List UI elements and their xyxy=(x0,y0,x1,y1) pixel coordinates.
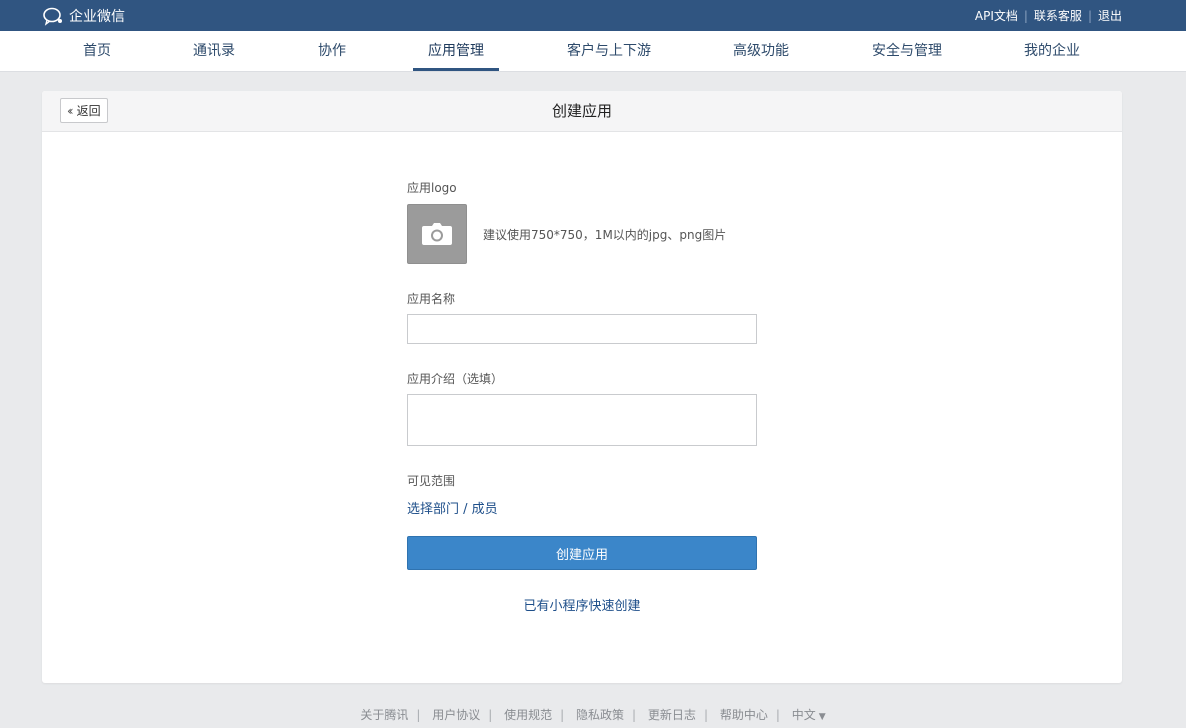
tab-app-management[interactable]: 应用管理 xyxy=(413,31,499,71)
separator: | xyxy=(560,708,565,722)
logo-label: 应用logo xyxy=(407,181,457,195)
footer-link-about[interactable]: 关于腾讯 xyxy=(360,708,408,722)
wecom-logo-icon xyxy=(43,7,62,26)
separator: | xyxy=(1023,8,1028,23)
intro-label: 应用介绍（选填） xyxy=(407,372,504,386)
tab-advanced[interactable]: 高级功能 xyxy=(718,31,804,71)
panel-header: ‹‹ 返回 创建应用 xyxy=(42,91,1122,132)
separator: | xyxy=(632,708,637,722)
separator: | xyxy=(416,708,421,722)
create-app-form: 应用logo 建议使用750*750，1M以内的jpg、png图片 应用名称 应… xyxy=(407,179,757,614)
camera-icon xyxy=(422,223,452,245)
language-select[interactable]: 中文 ▼ xyxy=(792,708,826,722)
tab-home[interactable]: 首页 xyxy=(68,31,126,71)
footer-link-help[interactable]: 帮助中心 xyxy=(720,708,768,722)
separator: | xyxy=(1087,8,1092,23)
footer: 关于腾讯 | 用户协议 | 使用规范 | 隐私政策 | 更新日志 | 帮助中心 | 中文 ▼ xyxy=(0,706,1186,723)
miniprogram-create-link[interactable]: 已有小程序快速创建 xyxy=(407,595,757,614)
logo-upload[interactable] xyxy=(407,204,467,264)
visibility-label: 可见范围 xyxy=(407,474,456,488)
app-intro-textarea[interactable] xyxy=(407,394,757,446)
top-bar: 企业微信 API文档 | 联系客服 | 退出 xyxy=(0,0,1186,31)
top-links: API文档 | 联系客服 | 退出 xyxy=(975,7,1122,24)
separator: | xyxy=(488,708,493,722)
app-name-input[interactable] xyxy=(407,314,757,344)
footer-link-rules[interactable]: 使用规范 xyxy=(504,708,552,722)
create-app-button[interactable]: 创建应用 xyxy=(407,536,757,570)
page-title: 创建应用 xyxy=(551,102,612,120)
tab-my-enterprise[interactable]: 我的企业 xyxy=(1009,31,1095,71)
tab-security[interactable]: 安全与管理 xyxy=(857,31,957,71)
logout-link[interactable]: 退出 xyxy=(1098,7,1122,24)
logo-row: 建议使用750*750，1M以内的jpg、png图片 xyxy=(407,204,757,264)
footer-link-changelog[interactable]: 更新日志 xyxy=(648,708,696,722)
name-label: 应用名称 xyxy=(407,292,456,306)
caret-down-icon: ▼ xyxy=(818,712,826,722)
logo-hint: 建议使用750*750，1M以内的jpg、png图片 xyxy=(483,227,727,242)
separator: | xyxy=(703,708,708,722)
brand-name: 企业微信 xyxy=(69,8,125,25)
select-members-link[interactable]: 选择部门 / 成员 xyxy=(407,498,498,517)
separator: | xyxy=(775,708,780,722)
language-label: 中文 xyxy=(791,708,816,722)
api-docs-link[interactable]: API文档 xyxy=(975,7,1018,24)
tab-contacts[interactable]: 通讯录 xyxy=(178,31,250,71)
contact-support-link[interactable]: 联系客服 xyxy=(1034,7,1082,24)
footer-link-privacy[interactable]: 隐私政策 xyxy=(576,708,624,722)
footer-link-agreement[interactable]: 用户协议 xyxy=(432,708,480,722)
main-nav: 首页 通讯录 协作 应用管理 客户与上下游 高级功能 安全与管理 我的企业 xyxy=(0,31,1186,72)
create-app-panel: ‹‹ 返回 创建应用 应用logo 建议使用750*750，1M以内的jpg、p… xyxy=(42,91,1122,683)
brand-logo[interactable]: 企业微信 xyxy=(42,6,125,26)
tab-customers[interactable]: 客户与上下游 xyxy=(552,31,666,71)
tab-collaboration[interactable]: 协作 xyxy=(303,31,361,71)
